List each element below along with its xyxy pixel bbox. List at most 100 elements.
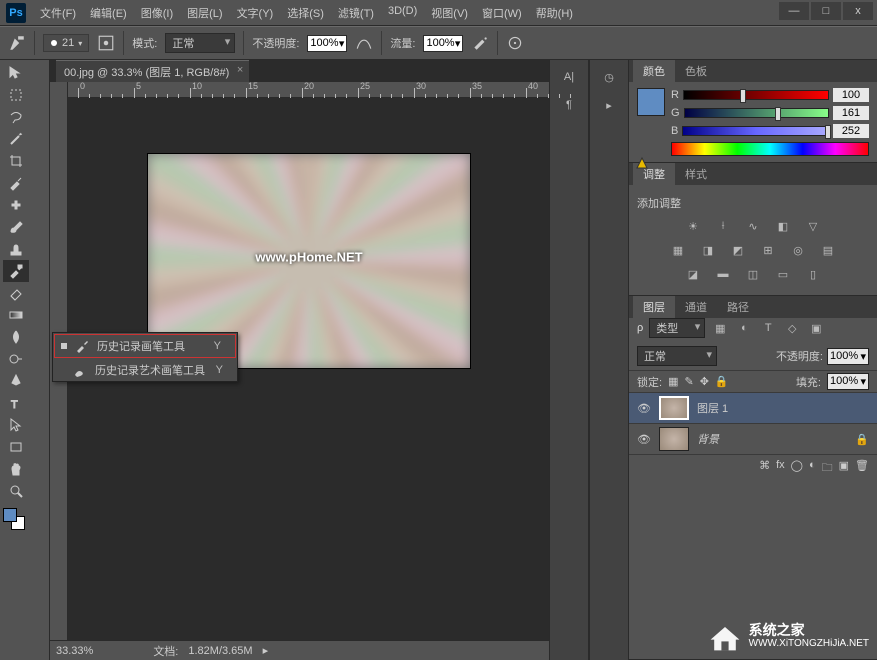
threshold-icon[interactable]: ◫ [742, 265, 764, 283]
actions-panel-icon[interactable]: ▸ [597, 94, 621, 116]
filter-shape-icon[interactable]: ◇ [783, 320, 801, 336]
magic-wand-tool[interactable] [3, 128, 29, 150]
status-arrow-icon[interactable]: ▸ [263, 644, 269, 657]
hue-icon[interactable]: ▦ [667, 241, 689, 259]
close-button[interactable]: x [843, 2, 873, 20]
blend-mode[interactable]: 正常 [637, 346, 717, 366]
layer-item[interactable]: 👁 图层 1 [629, 393, 877, 424]
fx-icon[interactable]: fx [776, 459, 785, 478]
maximize-button[interactable]: □ [811, 2, 841, 20]
selcolor-icon[interactable]: ▯ [802, 265, 824, 283]
levels-icon[interactable]: ⟊ [712, 217, 734, 235]
invert-icon[interactable]: ◪ [682, 265, 704, 283]
menu-type[interactable]: 文字(Y) [231, 1, 280, 25]
visibility-toggle[interactable]: 👁 [637, 433, 651, 446]
r-value[interactable]: 100 [833, 88, 869, 102]
marquee-tool[interactable] [3, 84, 29, 106]
menu-filter[interactable]: 滤镜(T) [332, 1, 380, 25]
curves-icon[interactable]: ∿ [742, 217, 764, 235]
stamp-tool[interactable] [3, 238, 29, 260]
tab-color[interactable]: 颜色 [633, 60, 675, 82]
lock-pos-icon[interactable]: ✥ [700, 375, 709, 388]
healing-tool[interactable] [3, 194, 29, 216]
brightness-icon[interactable]: ☀ [682, 217, 704, 235]
filter-type-icon[interactable]: T [759, 320, 777, 336]
poster-icon[interactable]: ▬ [712, 265, 734, 283]
delete-layer-icon[interactable]: 🗑 [855, 459, 869, 478]
color-spectrum[interactable] [671, 142, 869, 156]
close-tab-icon[interactable]: × [237, 64, 243, 76]
lut-icon[interactable]: ▤ [817, 241, 839, 259]
mixer-icon[interactable]: ⊞ [757, 241, 779, 259]
lock-trans-icon[interactable]: ▦ [668, 375, 678, 388]
paragraph-panel-icon[interactable]: ¶ [557, 94, 581, 116]
foreground-color[interactable] [637, 88, 665, 116]
tab-styles[interactable]: 样式 [675, 163, 717, 185]
layer-name[interactable]: 背景 [697, 431, 719, 447]
history-brush-tool[interactable] [3, 260, 29, 282]
filter-pixel-icon[interactable]: ▦ [711, 320, 729, 336]
menu-layer[interactable]: 图层(L) [181, 1, 228, 25]
pressure-opacity-icon[interactable] [355, 34, 373, 52]
tab-layers[interactable]: 图层 [633, 296, 675, 318]
filter-smart-icon[interactable]: ▣ [807, 320, 825, 336]
rect-tool[interactable] [3, 436, 29, 458]
menu-view[interactable]: 视图(V) [425, 1, 474, 25]
color-swatch[interactable] [3, 508, 25, 530]
layer-item[interactable]: 👁 背景 🔒 [629, 424, 877, 455]
group-icon[interactable]: 🗀 [822, 459, 833, 478]
ruler-horizontal[interactable]: 0510152025303540 [68, 82, 549, 98]
photofilter-icon[interactable]: ◩ [727, 241, 749, 259]
exposure-icon[interactable]: ◧ [772, 217, 794, 235]
crop-tool[interactable] [3, 150, 29, 172]
link-layers-icon[interactable]: ⌘ [759, 459, 770, 478]
tab-paths[interactable]: 路径 [717, 296, 759, 318]
flow-input[interactable]: 100%▾ [423, 35, 463, 52]
blur-tool[interactable] [3, 326, 29, 348]
lock-paint-icon[interactable]: ✎ [684, 375, 693, 388]
document-tab[interactable]: 00.jpg @ 33.3% (图层 1, RGB/8#) × [56, 60, 249, 82]
menu-image[interactable]: 图像(I) [135, 1, 179, 25]
menu-window[interactable]: 窗口(W) [476, 1, 528, 25]
menu-help[interactable]: 帮助(H) [530, 1, 579, 25]
character-panel-icon[interactable]: A| [557, 66, 581, 88]
opacity-input[interactable]: 100%▾ [307, 35, 347, 52]
lock-all-icon[interactable]: 🔒 [715, 375, 729, 388]
history-panel-icon[interactable]: ◷ [597, 66, 621, 88]
brush-panel-icon[interactable] [97, 34, 115, 52]
dodge-tool[interactable] [3, 348, 29, 370]
zoom-value[interactable]: 33.33% [56, 645, 93, 657]
gamut-warning-icon[interactable] [635, 156, 649, 170]
flyout-item-history-brush[interactable]: 历史记录画笔工具 Y [54, 334, 236, 358]
lasso-tool[interactable] [3, 106, 29, 128]
new-layer-icon[interactable]: ▣ [839, 459, 849, 478]
bw-icon[interactable]: ◨ [697, 241, 719, 259]
airbrush-icon[interactable] [471, 34, 489, 52]
r-slider[interactable] [683, 90, 829, 100]
tab-channels[interactable]: 通道 [675, 296, 717, 318]
fill-input[interactable]: 100%▾ [827, 373, 869, 390]
pen-tool[interactable] [3, 370, 29, 392]
filter-adjust-icon[interactable]: ◐ [735, 320, 753, 336]
zoom-tool[interactable] [3, 480, 29, 502]
visibility-toggle[interactable]: 👁 [637, 402, 651, 415]
menu-3d[interactable]: 3D(D) [382, 1, 423, 25]
brush-preset[interactable]: 21 ▾ [43, 34, 89, 52]
type-tool[interactable]: T [3, 392, 29, 414]
layer-filter-kind[interactable]: 类型 [649, 318, 705, 338]
layer-thumbnail[interactable] [659, 396, 689, 420]
flyout-item-art-history-brush[interactable]: 历史记录艺术画笔工具 Y [53, 359, 237, 381]
g-slider[interactable] [684, 108, 829, 118]
current-tool-icon[interactable] [8, 34, 26, 52]
pressure-size-icon[interactable] [506, 34, 524, 52]
layer-name[interactable]: 图层 1 [697, 400, 728, 416]
menu-select[interactable]: 选择(S) [281, 1, 330, 25]
mask-icon[interactable]: ◯ [791, 459, 803, 478]
gradient-tool[interactable] [3, 304, 29, 326]
gradmap-icon[interactable]: ▭ [772, 265, 794, 283]
move-tool[interactable] [3, 62, 29, 84]
colorlookup-icon[interactable]: ◎ [787, 241, 809, 259]
menu-edit[interactable]: 编辑(E) [84, 1, 133, 25]
b-value[interactable]: 252 [833, 124, 869, 138]
brush-tool[interactable] [3, 216, 29, 238]
